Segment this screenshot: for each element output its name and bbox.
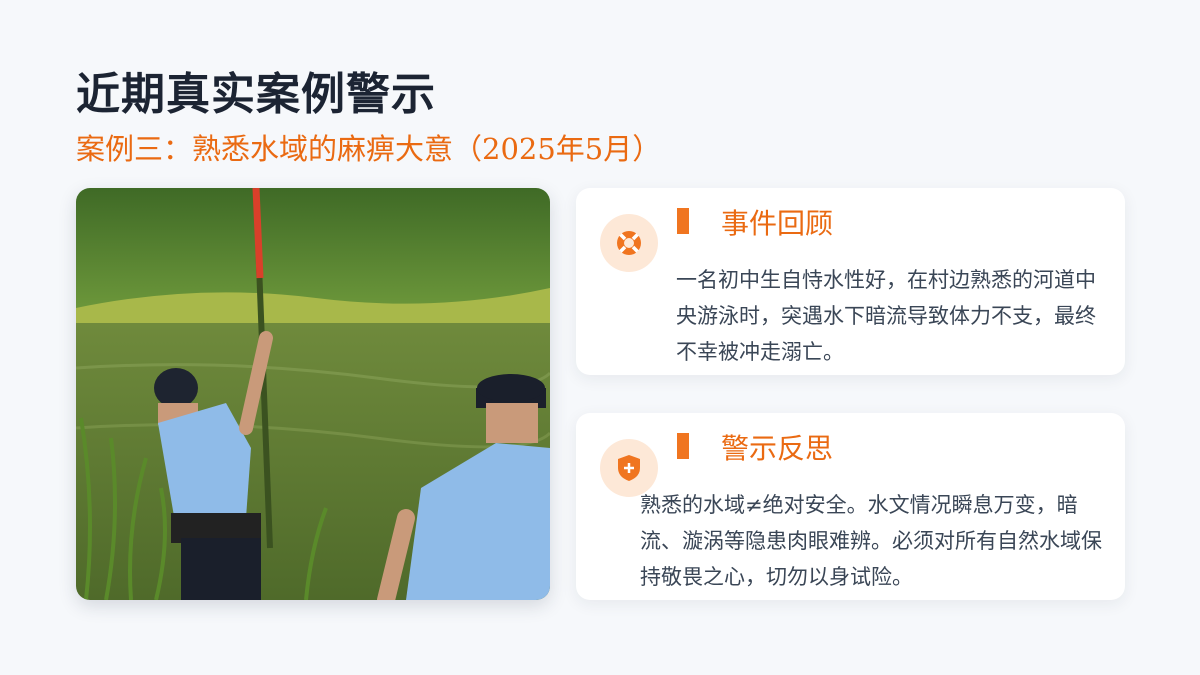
- case-photo: [76, 188, 550, 600]
- heading-accent-bar: [677, 433, 689, 459]
- lifebuoy-icon: [600, 214, 658, 272]
- page-title: 近期真实案例警示: [76, 69, 436, 120]
- warning-reflection-card: 警示反思 熟悉的水域≠绝对安全。水文情况瞬息万变，暗流、漩涡等隐患肉眼难辨。必须…: [576, 413, 1125, 600]
- event-review-text: 一名初中生自恃水性好，在村边熟悉的河道中央游泳时，突遇水下暗流导致体力不支，最终…: [676, 268, 1096, 364]
- page-subtitle: 案例三：熟悉水域的麻痹大意（2025年5月）: [76, 132, 662, 166]
- heading-accent-bar: [677, 208, 689, 234]
- event-review-heading: 事件回顾: [721, 207, 834, 240]
- event-review-card: 事件回顾 一名初中生自恃水性好，在村边熟悉的河道中央游泳时，突遇水下暗流导致体力…: [576, 188, 1125, 375]
- warning-reflection-text: 熟悉的水域≠绝对安全。水文情况瞬息万变，暗流、漩涡等隐患肉眼难辨。必须对所有自然…: [640, 493, 1102, 589]
- warning-reflection-heading: 警示反思: [721, 432, 834, 465]
